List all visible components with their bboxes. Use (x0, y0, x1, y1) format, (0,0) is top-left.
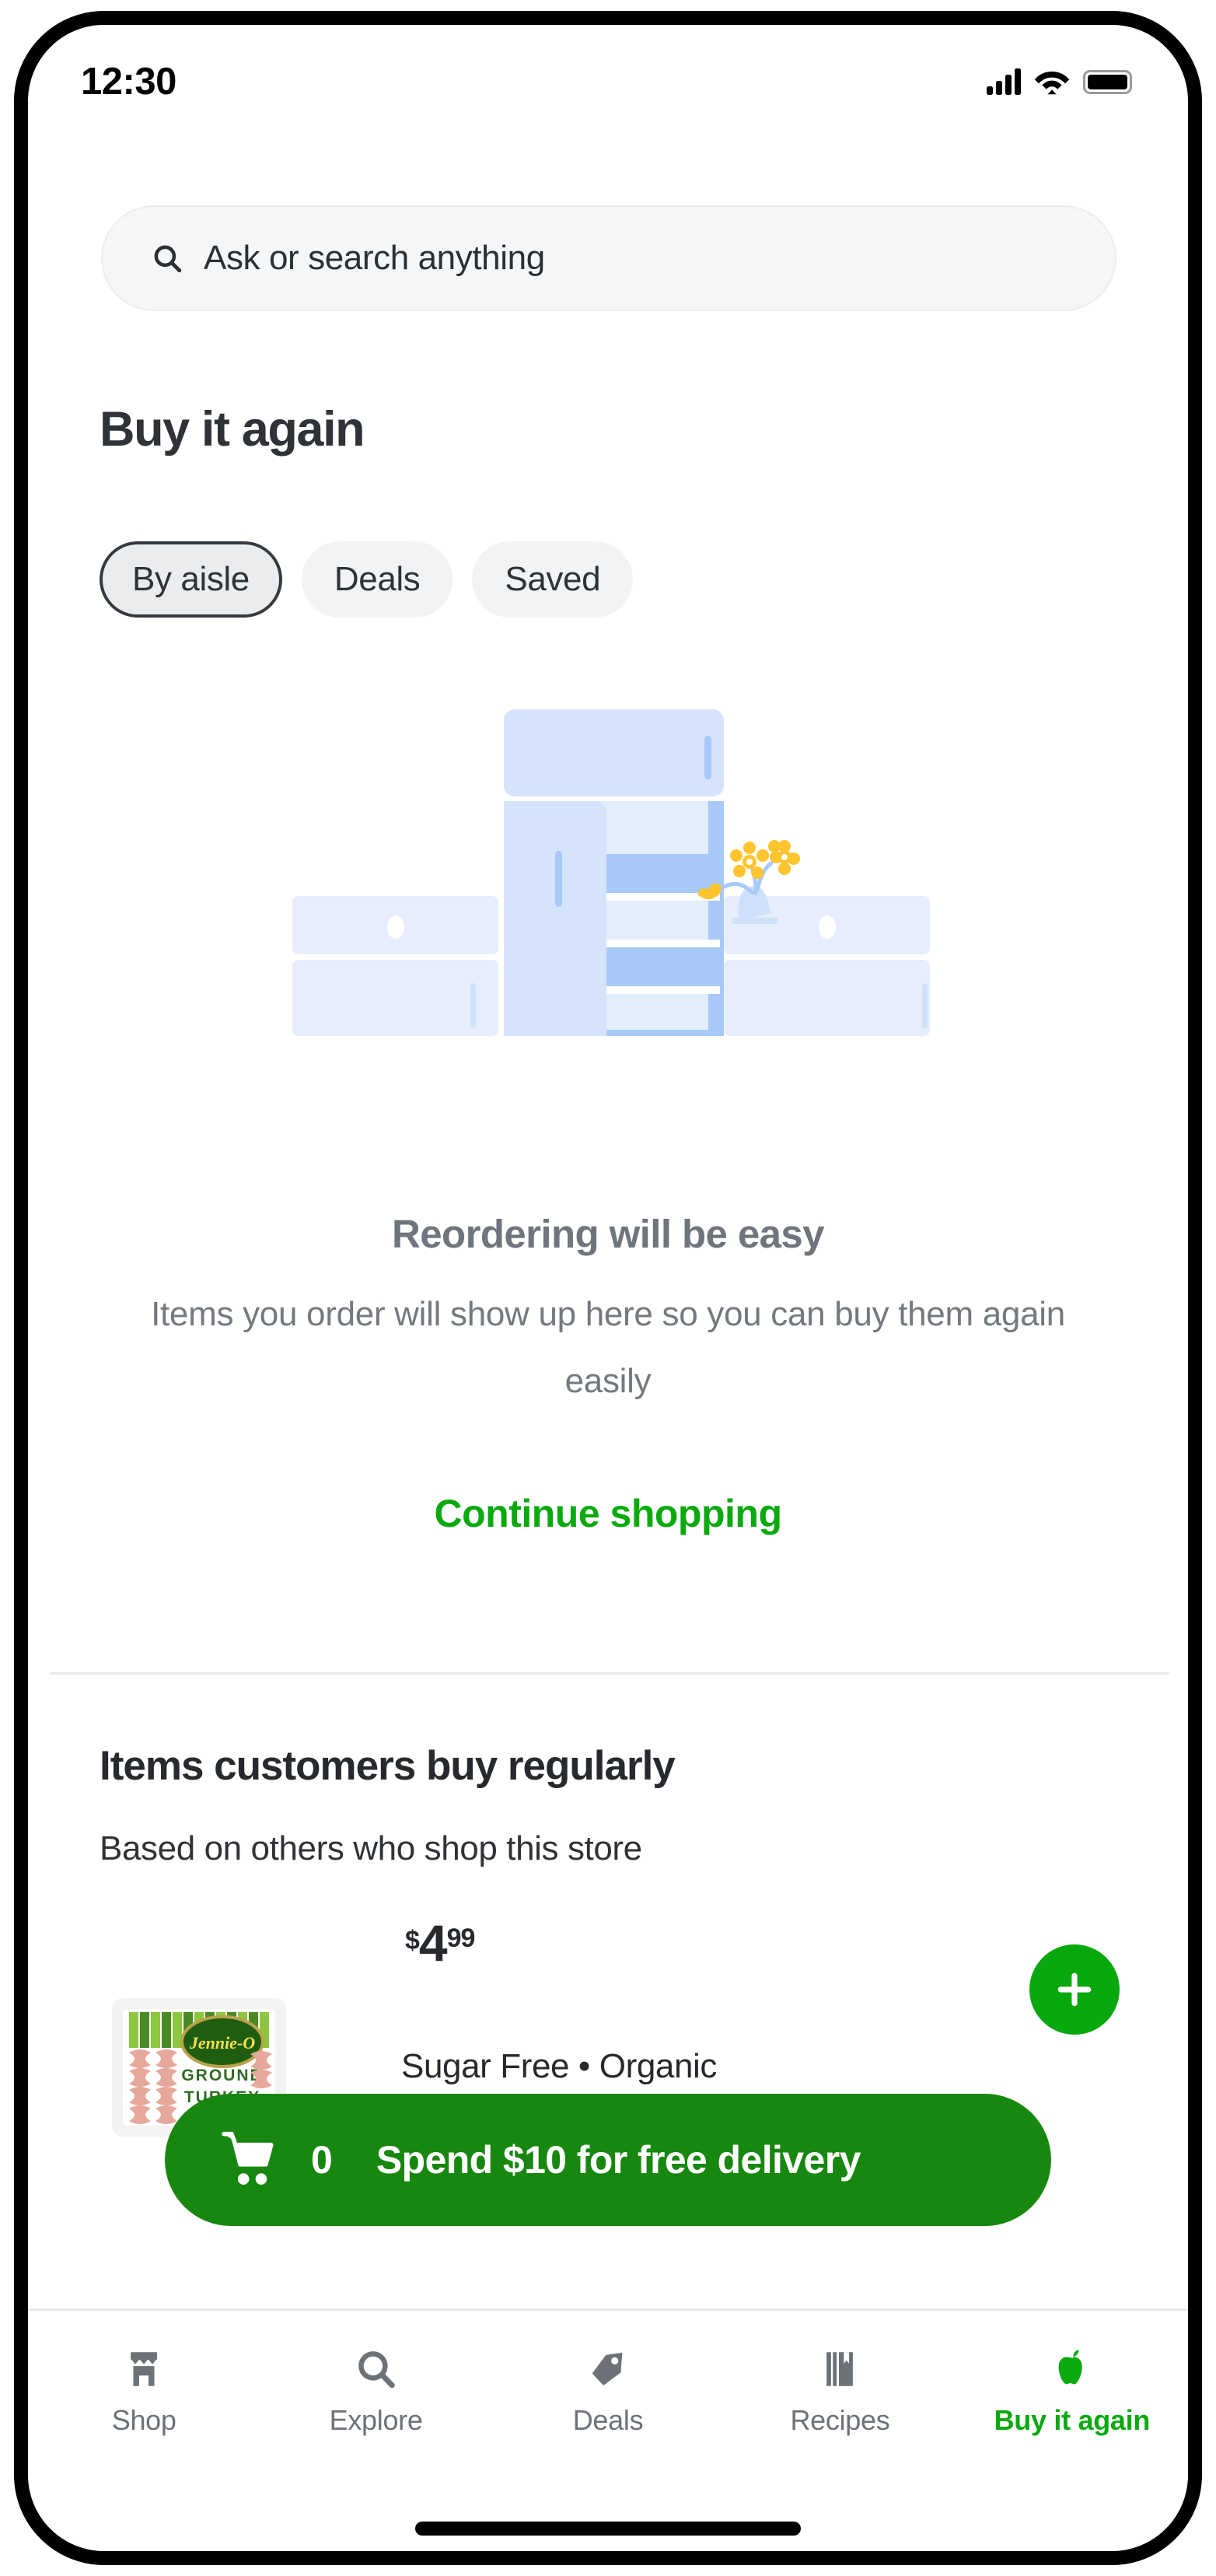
recommendations-title: Items customers buy regularly (100, 1743, 676, 1789)
nav-label-explore: Explore (329, 2404, 423, 2436)
nav-item-recipes[interactable]: Recipes (724, 2311, 956, 2473)
cellular-signal-icon (987, 68, 1021, 95)
plus-icon (1057, 1972, 1092, 2007)
svg-text:GROUND: GROUND (181, 2067, 263, 2084)
price-currency: $ (405, 1926, 420, 1955)
page-title: Buy it again (100, 402, 365, 457)
product-price: $ 4 99 (405, 1914, 476, 1972)
nav-item-shop[interactable]: Shop (28, 2311, 260, 2473)
phone-frame: 12:30 Ask or search anything Buy it agai… (0, 0, 1216, 2576)
recipe-book-icon (826, 2352, 854, 2386)
price-cents: 99 (446, 1923, 476, 1953)
apple-icon (1058, 2350, 1082, 2385)
bottom-navigation: Shop Explore Deals Recipes Buy it again (28, 2311, 1188, 2473)
continue-shopping-link[interactable]: Continue shopping (28, 1491, 1188, 1536)
cart-banner-message: Spend $10 for free delivery (376, 2138, 861, 2182)
filter-chip-group: By aisle Deals Saved (100, 541, 634, 618)
shopping-cart-icon (222, 2131, 274, 2185)
phone-screen: 12:30 Ask or search anything Buy it agai… (28, 25, 1188, 2551)
chip-saved[interactable]: Saved (472, 541, 634, 618)
nav-label-buy-it-again: Buy it again (994, 2404, 1151, 2436)
storefront-icon (131, 2352, 158, 2386)
search-bar-container[interactable]: Ask or search anything (101, 205, 1116, 311)
svg-text:Jennie-O: Jennie-O (189, 2033, 255, 2053)
phone-bezel: 12:30 Ask or search anything Buy it agai… (14, 11, 1202, 2565)
price-whole: 4 (418, 1914, 448, 1972)
cart-item-count: 0 (311, 2138, 333, 2182)
chip-deals[interactable]: Deals (301, 541, 453, 618)
home-indicator[interactable] (415, 2522, 801, 2536)
status-bar-icons (987, 54, 1132, 95)
status-bar: 12:30 (28, 25, 1188, 124)
nav-label-deals: Deals (572, 2404, 644, 2436)
wifi-icon (1034, 72, 1070, 95)
search-input[interactable]: Ask or search anything (101, 205, 1116, 311)
nav-item-explore[interactable]: Explore (260, 2311, 491, 2473)
nav-label-recipes: Recipes (790, 2404, 890, 2436)
chip-by-aisle[interactable]: By aisle (100, 541, 282, 618)
empty-state-title: Reordering will be easy (392, 1212, 825, 1256)
nav-item-deals[interactable]: Deals (492, 2311, 724, 2473)
price-tag-icon (592, 2352, 623, 2386)
search-icon (154, 245, 182, 273)
kitchen-fridge-illustration (292, 709, 930, 1036)
nav-item-buy-it-again[interactable]: Buy it again (956, 2311, 1188, 2473)
product-attributes: Sugar Free • Organic (401, 2047, 718, 2085)
empty-state-body: Items you order will show up here so you… (151, 1295, 1065, 1400)
cart-banner[interactable]: 0 Spend $10 for free delivery (165, 2094, 1051, 2226)
recommendations-subtitle: Based on others who shop this store (100, 1829, 642, 1867)
search-placeholder: Ask or search anything (204, 239, 545, 277)
nav-label-shop: Shop (111, 2404, 176, 2436)
status-bar-time: 12:30 (81, 61, 176, 103)
battery-full-icon (1083, 69, 1132, 94)
search-icon (358, 2351, 395, 2389)
section-divider (50, 1672, 1169, 1675)
add-to-cart-button[interactable] (1029, 1944, 1120, 2035)
